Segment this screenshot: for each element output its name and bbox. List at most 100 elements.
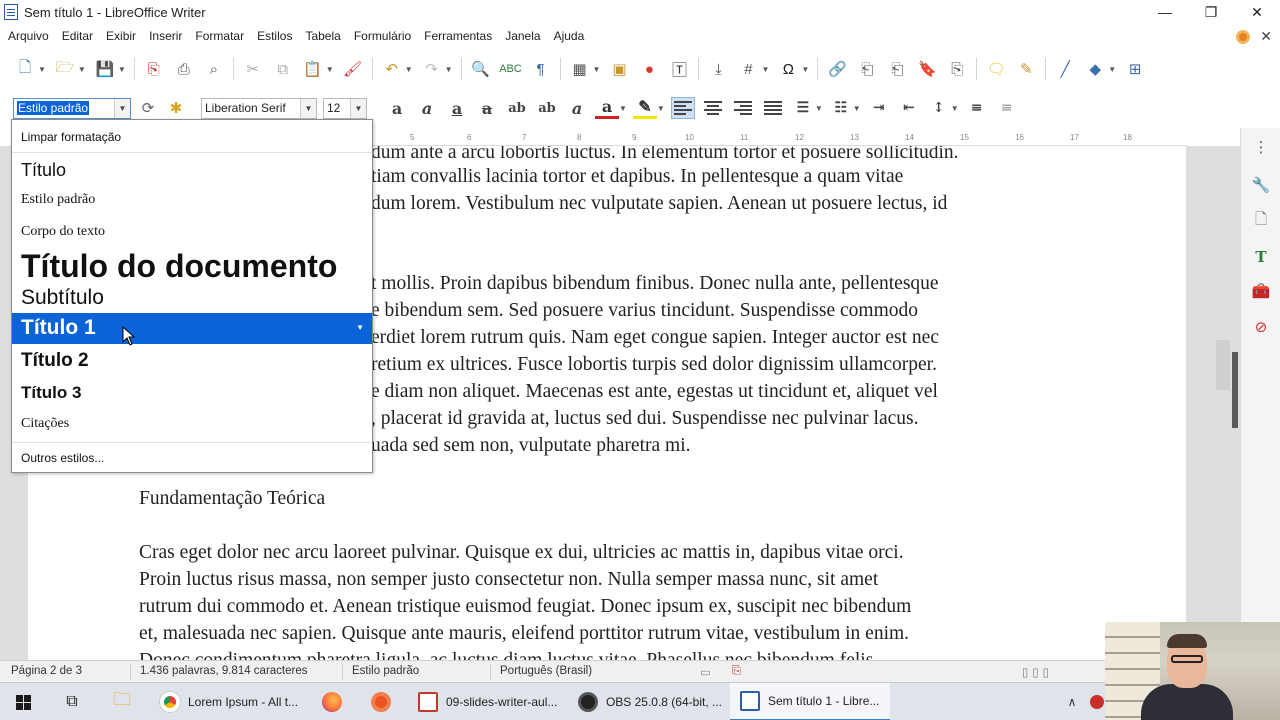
taskbar-app-impress[interactable]: 09-slides-writer-aul... [410, 683, 562, 720]
taskbar-app-obs[interactable]: OBS 25.0.8 (64-bit, ... [570, 683, 722, 720]
firefox-icon[interactable] [320, 690, 344, 714]
update-style-icon[interactable]: ⟳ [137, 97, 159, 119]
language-status[interactable]: Português (Brasil) [500, 665, 592, 677]
menu-ferramentas[interactable]: Ferramentas [424, 29, 492, 43]
document-modified-icon[interactable]: ⎘ [732, 665, 741, 678]
chevron-down-icon[interactable]: ▼ [853, 104, 861, 113]
chevron-down-icon[interactable]: ▼ [118, 65, 126, 74]
unordered-list-icon[interactable]: ☰ [791, 97, 815, 119]
chevron-down-icon[interactable]: ▼ [38, 65, 46, 74]
more-styles-option[interactable]: Outros estilos... [12, 451, 372, 465]
paragraph-style-combo[interactable]: Estilo padrão ▼ [13, 97, 131, 119]
paragraph-style-value[interactable]: Estilo padrão [17, 101, 90, 115]
menu-tabela[interactable]: Tabela [305, 29, 340, 43]
highlight-color-icon[interactable]: ✎ [632, 97, 657, 119]
chevron-down-icon[interactable]: ▼ [657, 104, 665, 113]
formatting-marks-icon[interactable]: ¶ [530, 58, 552, 80]
insert-field-icon[interactable]: # [737, 58, 759, 80]
task-view-icon[interactable]: ⧉ [60, 690, 84, 714]
word-count-status[interactable]: 1.436 palavras, 9.814 caracteres [140, 665, 308, 677]
page-count-status[interactable]: Página 2 de 3 [11, 665, 82, 677]
chevron-down-icon[interactable]: ▼ [114, 98, 130, 118]
menu-inserir[interactable]: Inserir [149, 29, 182, 43]
chevron-down-icon[interactable]: ▼ [1108, 65, 1116, 74]
bookmark-icon[interactable]: 🔖 [916, 58, 938, 80]
align-right-icon[interactable] [731, 97, 755, 119]
justify-icon[interactable] [761, 97, 785, 119]
chevron-down-icon[interactable]: ▼ [593, 65, 601, 74]
draw-functions-icon[interactable]: ⊞ [1124, 58, 1146, 80]
print-icon[interactable]: ⎙ [173, 58, 195, 80]
paste-icon[interactable]: 📋 [302, 58, 324, 80]
restore-button[interactable]: ❐ [1188, 0, 1234, 24]
page-icon[interactable]: 🗋 [1250, 210, 1272, 232]
close-document-icon[interactable]: ✕ [1260, 28, 1272, 45]
cut-icon[interactable]: ✂ [242, 58, 264, 80]
chevron-down-icon[interactable]: ▼ [761, 65, 769, 74]
chevron-down-icon[interactable]: ▼ [78, 65, 86, 74]
horizontal-ruler[interactable]: 5 6 7 8 9 10 11 12 13 14 15 16 17 18 [372, 130, 1187, 146]
clear-direct-formatting-icon[interactable]: a [565, 97, 589, 119]
clone-formatting-icon[interactable]: 🖌 [342, 58, 364, 80]
style-option-subtitulo[interactable]: Subtítulo [12, 286, 372, 310]
taskbar-app-writer[interactable]: Sem título 1 - Libre... [730, 683, 890, 720]
page-break-icon[interactable]: ⤓ [707, 58, 729, 80]
windows-start-icon[interactable] [11, 690, 35, 714]
close-button[interactable]: ✕ [1234, 0, 1280, 24]
open-folder-icon[interactable]: 🗁 [54, 58, 76, 80]
chevron-down-icon[interactable]: ▼ [815, 104, 823, 113]
track-changes-icon[interactable]: ✎ [1015, 58, 1037, 80]
paragraph-spacing-icon[interactable]: ≡ [965, 97, 989, 119]
chevron-down-icon[interactable]: ▼ [951, 104, 959, 113]
undo-icon[interactable]: ↶ [381, 58, 403, 80]
insert-chart-icon[interactable]: ● [638, 58, 660, 80]
view-layout-icons[interactable]: ▯▯▯ [1022, 665, 1053, 679]
comment-icon[interactable]: 🗨 [985, 58, 1007, 80]
superscript-icon[interactable]: ab [505, 97, 529, 119]
redo-icon[interactable]: ↷ [421, 58, 443, 80]
page-style-status[interactable]: Estilo padrão [352, 665, 419, 677]
copy-icon[interactable]: ⧉ [272, 58, 294, 80]
style-option-titulo-2[interactable]: Título 2 [12, 350, 372, 372]
font-size-combo[interactable]: 12 ▼ [323, 97, 367, 119]
vertical-scrollbar-thumb[interactable] [1216, 340, 1230, 390]
taskbar-app-chrome[interactable]: Lorem Ipsum - All t... [150, 683, 302, 720]
special-character-icon[interactable]: Ω [777, 58, 799, 80]
properties-wrench-icon[interactable]: 🔧 [1250, 174, 1272, 196]
menu-editar[interactable]: Editar [62, 29, 93, 43]
strikethrough-icon[interactable]: a [475, 97, 499, 119]
menu-exibir[interactable]: Exibir [106, 29, 136, 43]
menu-formulario[interactable]: Formulário [354, 29, 411, 43]
footnote-icon[interactable]: ⎗ [856, 58, 878, 80]
extension-gear-icon[interactable] [1236, 29, 1251, 44]
chevron-down-icon[interactable]: ▼ [300, 98, 316, 118]
insert-image-icon[interactable]: ▣ [608, 58, 630, 80]
style-option-titulo-do-documento[interactable]: Título do documento [12, 248, 372, 285]
line-spacing-icon[interactable]: ↕ [927, 97, 951, 119]
chevron-down-icon[interactable]: ▼ [326, 65, 334, 74]
style-option-titulo[interactable]: Título [12, 160, 372, 181]
save-icon[interactable]: 💾 [94, 58, 116, 80]
ubuntu-icon[interactable] [369, 690, 393, 714]
find-replace-icon[interactable]: 🔍 [470, 58, 492, 80]
menu-ajuda[interactable]: Ajuda [554, 29, 585, 43]
gallery-icon[interactable]: 🧰 [1250, 280, 1272, 302]
menu-arquivo[interactable]: Arquivo [8, 29, 49, 43]
cross-reference-icon[interactable]: ⎘ [946, 58, 968, 80]
minimize-button[interactable]: — [1142, 0, 1188, 24]
hyperlink-icon[interactable]: 🔗 [826, 58, 848, 80]
chevron-up-icon[interactable]: ∧ [1060, 690, 1084, 714]
chevron-down-icon[interactable]: ▼ [350, 98, 366, 118]
font-color-icon[interactable]: a [595, 97, 619, 119]
sidebar-splitter[interactable] [1232, 352, 1238, 428]
align-left-icon[interactable] [670, 97, 695, 119]
chevron-down-icon[interactable]: ▼ [356, 323, 364, 332]
new-style-icon[interactable]: ✱ [165, 97, 187, 119]
insert-table-icon[interactable]: ▦ [569, 58, 591, 80]
navigator-icon[interactable]: ⊘ [1250, 316, 1272, 338]
menu-janela[interactable]: Janela [505, 29, 540, 43]
new-document-icon[interactable]: 🗋 [14, 58, 36, 80]
increase-indent-icon[interactable]: ⇥ [867, 97, 891, 119]
clear-formatting-option[interactable]: Limpar formatação [12, 130, 372, 144]
file-explorer-icon[interactable]: 🗀 [110, 689, 134, 714]
